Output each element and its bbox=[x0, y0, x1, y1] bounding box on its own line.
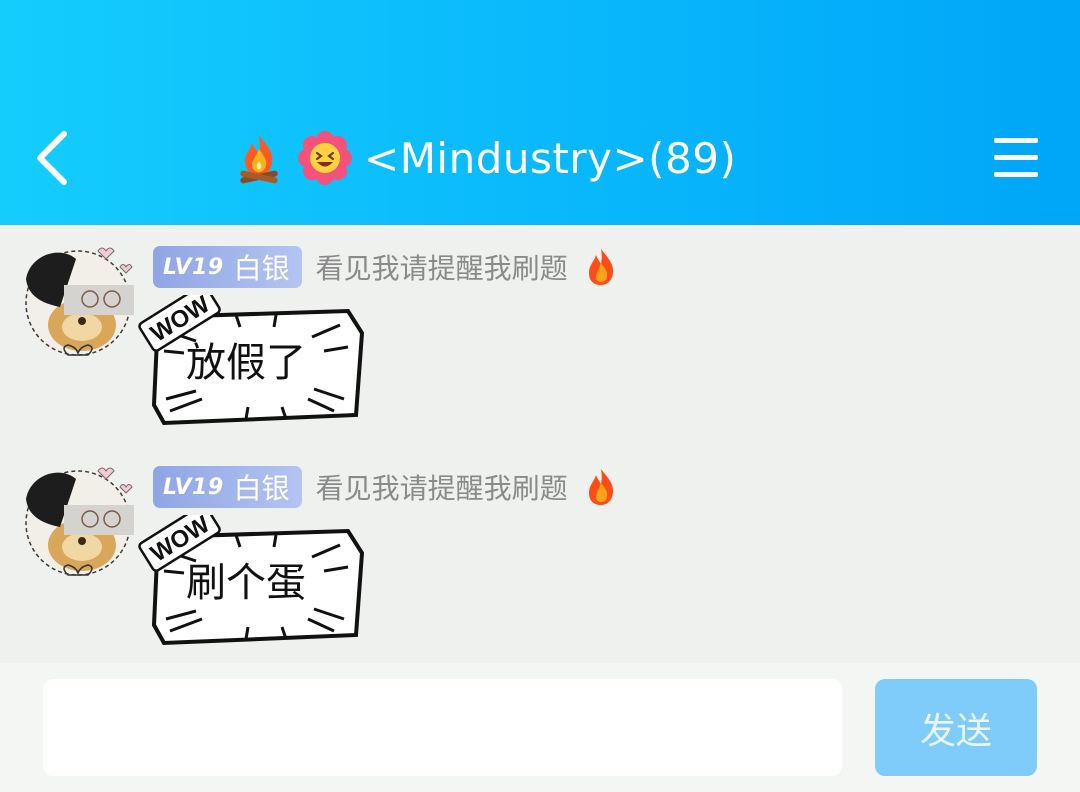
message-header: LV19 白银 看见我请提醒我刷题 bbox=[153, 465, 620, 509]
rank-text: 白银 bbox=[233, 472, 290, 505]
chat-title: <Mindustry>(89) bbox=[232, 126, 736, 190]
member-title: 看见我请提醒我刷题 bbox=[315, 252, 568, 285]
laughing-flower-icon bbox=[298, 131, 352, 185]
message-text: 放假了 bbox=[186, 340, 306, 386]
chat-header: <Mindustry>(89) bbox=[0, 0, 1080, 225]
level-text: LV19 bbox=[163, 474, 224, 500]
level-text: LV19 bbox=[163, 254, 224, 280]
message-bubble[interactable]: WOW 放假了 bbox=[136, 295, 368, 431]
campfire-icon bbox=[240, 135, 278, 184]
level-badge: LV19 白银 bbox=[153, 466, 302, 508]
chevron-left-icon bbox=[37, 131, 67, 185]
message-header: LV19 白银 看见我请提醒我刷题 bbox=[153, 245, 620, 289]
fire-icon bbox=[588, 469, 613, 505]
fire-icon bbox=[588, 249, 613, 285]
message-text: 刷个蛋 bbox=[186, 560, 306, 606]
avatar[interactable] bbox=[20, 457, 138, 589]
group-name: <Mindustry>(89) bbox=[364, 133, 737, 183]
avatar[interactable] bbox=[20, 237, 138, 369]
message-bubble[interactable]: WOW 刷个蛋 bbox=[136, 515, 368, 651]
level-badge: LV19 白银 bbox=[153, 246, 302, 288]
member-title: 看见我请提醒我刷题 bbox=[315, 472, 568, 505]
back-button[interactable] bbox=[28, 122, 88, 194]
rank-text: 白银 bbox=[233, 252, 290, 285]
menu-button[interactable] bbox=[988, 132, 1044, 184]
hamburger-menu-icon bbox=[994, 138, 1038, 177]
composer-bar: 发送 bbox=[0, 663, 1080, 792]
message-list[interactable]: LV19 白银 看见我请提醒我刷题 WOW 放假了 LV19 白银 看见我请提醒… bbox=[0, 225, 1080, 663]
message-input[interactable] bbox=[43, 679, 842, 776]
send-button[interactable]: 发送 bbox=[875, 679, 1037, 776]
